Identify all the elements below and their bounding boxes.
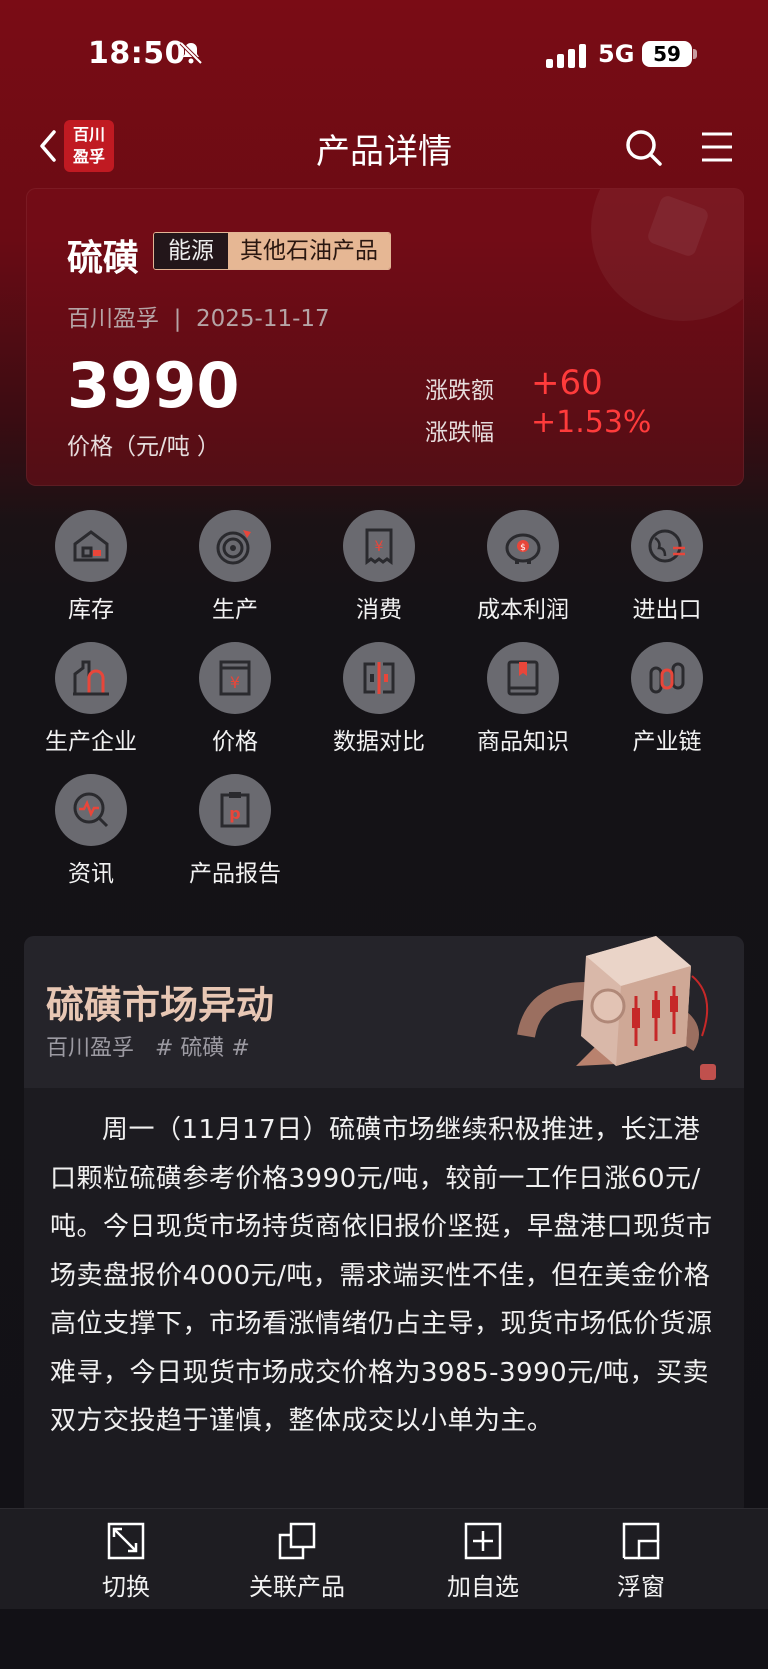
function-consumption[interactable]: ¥ 消费: [319, 510, 439, 624]
news-body: 周一（11月17日）硫磺市场继续积极推进，长江港口颗粒硫磺参考价格3990元/吨…: [50, 1115, 713, 1436]
change-pct-value: +1.53%: [531, 405, 652, 440]
price-value: 3990: [67, 349, 240, 422]
function-knowledge[interactable]: 商品知识: [463, 642, 583, 756]
function-industry-chain[interactable]: 产业链: [607, 642, 727, 756]
factory-icon: [55, 642, 127, 714]
receipt-icon: ¥: [343, 510, 415, 582]
product-name: 硫磺: [67, 238, 140, 279]
news-title: 硫磺市场异动: [46, 983, 275, 1027]
tag-subcategory: 其他石油产品: [228, 233, 390, 269]
svg-text:p: p: [229, 804, 240, 823]
warehouse-icon: [55, 510, 127, 582]
change-value: +60: [531, 363, 603, 403]
function-inventory[interactable]: 库存: [31, 510, 151, 624]
book-icon: [487, 642, 559, 714]
price-unit: 价格（元/吨 ）: [67, 434, 221, 460]
price-tag-icon: ¥: [199, 642, 271, 714]
signal-icon: [546, 44, 586, 68]
float-window-icon: [622, 1522, 660, 1560]
battery-cap: [693, 49, 697, 59]
change-pct-label: 涨跌幅: [425, 420, 494, 446]
svg-text:¥: ¥: [230, 673, 240, 692]
news-search-icon: [55, 774, 127, 846]
battery-icon: 59: [642, 41, 692, 67]
switch-icon: [107, 1522, 145, 1560]
compare-icon: [343, 642, 415, 714]
news-source: 百川盈孚 # 硫磺 #: [46, 1036, 250, 1061]
product-card: 硫磺 能源 其他石油产品 百川盈孚 | 2025-11-17 3990 价格（元…: [26, 188, 744, 486]
add-watchlist-button[interactable]: 加自选: [413, 1521, 553, 1602]
function-producers[interactable]: 生产企业: [31, 642, 151, 756]
related-icon: [278, 1522, 316, 1560]
svg-text:$: $: [520, 543, 526, 553]
float-window-button[interactable]: 浮窗: [571, 1521, 711, 1602]
network-type: 5G: [598, 40, 635, 68]
category-tags: 能源 其他石油产品: [153, 232, 391, 270]
piggy-bank-icon: $: [487, 510, 559, 582]
currency-watermark-icon: [591, 189, 743, 321]
function-price[interactable]: ¥ 价格: [175, 642, 295, 756]
search-icon[interactable]: [624, 128, 664, 168]
change-label: 涨跌额: [425, 378, 494, 404]
chain-icon: [631, 642, 703, 714]
menu-icon[interactable]: [700, 130, 734, 164]
switch-button[interactable]: 切换: [56, 1521, 196, 1602]
function-news[interactable]: 资讯: [31, 774, 151, 888]
target-icon: [199, 510, 271, 582]
function-report[interactable]: p 产品报告: [175, 774, 295, 888]
bottom-toolbar: 切换 关联产品 加自选 浮窗: [0, 1508, 768, 1609]
tag-category: 能源: [154, 233, 228, 269]
related-products-button[interactable]: 关联产品: [227, 1521, 367, 1602]
mute-bell-icon: [179, 41, 203, 65]
function-production[interactable]: 生产: [175, 510, 295, 624]
globe-exchange-icon: [631, 510, 703, 582]
market-chart-cube-icon: [517, 936, 716, 1080]
function-import-export[interactable]: 进出口: [607, 510, 727, 624]
function-cost-profit[interactable]: $ 成本利润: [463, 510, 583, 624]
report-icon: p: [199, 774, 271, 846]
status-time: 18:50: [88, 36, 186, 71]
add-watchlist-icon: [464, 1522, 502, 1560]
function-data-compare[interactable]: 数据对比: [319, 642, 439, 756]
product-source: 百川盈孚 | 2025-11-17: [67, 306, 330, 332]
news-card[interactable]: 硫磺市场异动 百川盈孚 # 硫磺 # 周一（11月17日）硫磺市场继续积极推进，…: [24, 936, 744, 1516]
svg-text:¥: ¥: [375, 539, 384, 555]
